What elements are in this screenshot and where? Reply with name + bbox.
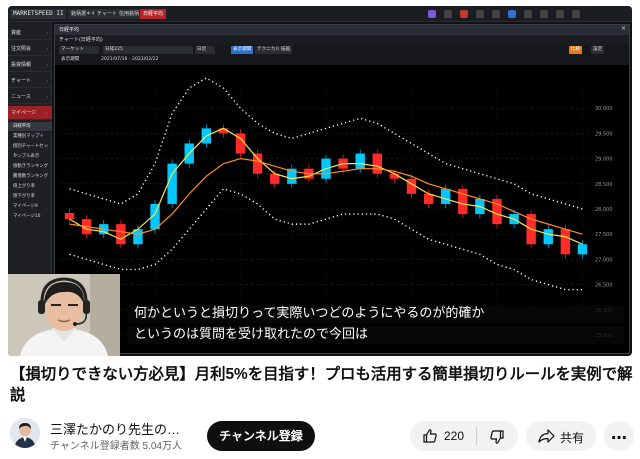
- tool-icon[interactable]: [492, 10, 500, 18]
- chevron-right-icon: ›: [46, 62, 48, 67]
- sidebar-item-label: 注文照会: [11, 46, 32, 52]
- sidebar-item-label: チャート: [11, 78, 31, 84]
- sidebar-item-info[interactable]: 投資情報 ›: [8, 58, 52, 72]
- sidebar-subitem[interactable]: 騰落数ランキング: [8, 172, 52, 181]
- y-tick-label: 26,500: [595, 283, 613, 289]
- chart-window-title: 日経平均: [55, 25, 629, 35]
- sidebar-subitem[interactable]: 値上がり率: [8, 182, 52, 191]
- share-button[interactable]: 共有: [526, 421, 596, 451]
- candle-body: [440, 188, 451, 204]
- app-brand: MARKETSPEED II: [10, 9, 66, 19]
- y-tick-label: 28,500: [595, 182, 613, 188]
- sidebar-item-orders[interactable]: 注文照会 ›: [8, 42, 52, 56]
- close-icon[interactable]: ×: [621, 25, 626, 32]
- tool-icon[interactable]: [444, 10, 452, 18]
- draw-button[interactable]: 描画: [279, 46, 293, 54]
- sidebar-item-label: ニュース: [11, 94, 31, 100]
- sidebar-subitem[interactable]: 個別チャートセット: [8, 142, 52, 158]
- candle-body: [372, 153, 382, 174]
- chart-window-subtitle: チャート(日経平均): [55, 35, 629, 45]
- y-tick-label: 29,000: [595, 157, 613, 163]
- chevron-right-icon: ›: [46, 46, 48, 51]
- candle-body: [560, 229, 571, 255]
- like-count: 220: [444, 429, 465, 443]
- y-tick-label: 30,000: [595, 106, 613, 112]
- sidebar-item-label: 資産: [11, 30, 22, 36]
- candle-body: [116, 224, 126, 245]
- video-title: 【損切りできない方必見】月利5%を目指す！プロも活用する簡単損切りルールを実例で…: [10, 366, 633, 404]
- sidebar-item-label: 投資情報: [11, 62, 32, 68]
- sidebar-subitem[interactable]: シンプル表示: [8, 152, 52, 161]
- candle-body: [577, 244, 588, 255]
- thumbs-up-icon: [423, 429, 437, 443]
- user-icon[interactable]: [572, 10, 580, 18]
- sidebar-item-mypage[interactable]: マイページ ⌄: [8, 106, 52, 120]
- share-label: 共有: [560, 431, 585, 445]
- channel-name[interactable]: 三澤たかのり先生の…: [50, 419, 180, 438]
- app-topbar: MARKETSPEED II 銘柄選＊＊ チャート 信用銘柄 日経平均: [8, 6, 632, 22]
- tool-icon[interactable]: [508, 10, 516, 18]
- gear-icon[interactable]: [556, 10, 564, 18]
- y-tick-label: 28,000: [595, 207, 613, 213]
- period-button[interactable]: 表示期間: [231, 46, 254, 54]
- presenter-camera: [8, 274, 120, 356]
- candle-body: [543, 229, 553, 245]
- tool-icon[interactable]: [524, 10, 532, 18]
- candle-body: [252, 153, 263, 174]
- sidebar-subitem[interactable]: 値下がり率: [8, 192, 52, 201]
- subtitle-line-2: というのは質問を受け取れたので今回は: [128, 326, 624, 344]
- sidebar-item-assets[interactable]: 資産 ›: [8, 26, 52, 40]
- sidebar-subitem[interactable]: マイページ10: [8, 212, 52, 221]
- like-dislike-group: 220: [410, 421, 518, 451]
- tool-icon[interactable]: [476, 10, 484, 18]
- chevron-down-icon: ⌄: [44, 110, 48, 115]
- like-button[interactable]: 220: [410, 421, 476, 451]
- market-select[interactable]: マーケット: [59, 46, 99, 54]
- tool-icon[interactable]: [540, 10, 548, 18]
- tool-icon[interactable]: [460, 10, 468, 18]
- sidebar-subitem[interactable]: 日経平均: [8, 122, 52, 131]
- subscriber-count: チャンネル登録者数 5.04万人: [50, 441, 182, 452]
- technical-button[interactable]: テクニカル: [255, 46, 282, 54]
- subtitle-line-1: 何かというと損切りって実際いつどのようにやるのが的確か: [128, 305, 624, 323]
- channel-avatar[interactable]: [10, 418, 40, 448]
- sidebar-item-news[interactable]: ニュース ›: [8, 90, 52, 104]
- candle-body: [64, 213, 75, 220]
- chart-range-row: 表示期間 2021/07/16 - 2022/02/22: [55, 55, 629, 65]
- sidebar-subitem[interactable]: マイページ9: [8, 202, 52, 211]
- dislike-button[interactable]: [477, 421, 518, 451]
- moving-average-short-line: [69, 127, 583, 245]
- sidebar-subitem[interactable]: 業種別マップ＋: [8, 132, 52, 141]
- range-value: 2021/07/16 - 2022/02/22: [101, 57, 159, 62]
- tool-icon[interactable]: [428, 10, 436, 18]
- candle-body: [355, 153, 365, 169]
- share-icon: [538, 429, 555, 443]
- y-tick-label: 27,000: [595, 257, 613, 263]
- sidebar-subitem[interactable]: 値動きランキング: [8, 162, 52, 171]
- subscribe-button[interactable]: チャンネル登録: [207, 421, 315, 451]
- settings-button[interactable]: 設定: [591, 46, 605, 54]
- compare-button[interactable]: 比較: [569, 46, 583, 54]
- presenter-portrait: [8, 274, 120, 356]
- chevron-right-icon: ›: [46, 78, 48, 83]
- chevron-right-icon: ›: [46, 94, 48, 99]
- sidebar-item-label: マイページ: [11, 110, 36, 116]
- interval-select[interactable]: 日足: [195, 46, 215, 54]
- y-tick-label: 27,500: [595, 232, 613, 238]
- symbol-select[interactable]: 日経225: [103, 46, 193, 54]
- sidebar-item-chart[interactable]: チャート ›: [8, 74, 52, 88]
- range-label: 表示期間: [61, 57, 80, 62]
- chevron-right-icon: ›: [46, 30, 48, 35]
- chart-toolbar: マーケット 日経225 日足 表示期間 テクニカル 描画 比較 設定: [55, 45, 629, 55]
- video-player[interactable]: MARKETSPEED II 銘柄選＊＊ チャート 信用銘柄 日経平均 資産 › …: [8, 6, 632, 356]
- more-actions-button[interactable]: …: [604, 421, 634, 451]
- app-tab-4[interactable]: 日経平均: [140, 9, 167, 19]
- y-tick-label: 29,500: [595, 131, 613, 137]
- thumbs-down-icon: [490, 430, 504, 444]
- app-tab-3[interactable]: 信用銘柄: [116, 9, 143, 19]
- avatar-image: [10, 418, 40, 448]
